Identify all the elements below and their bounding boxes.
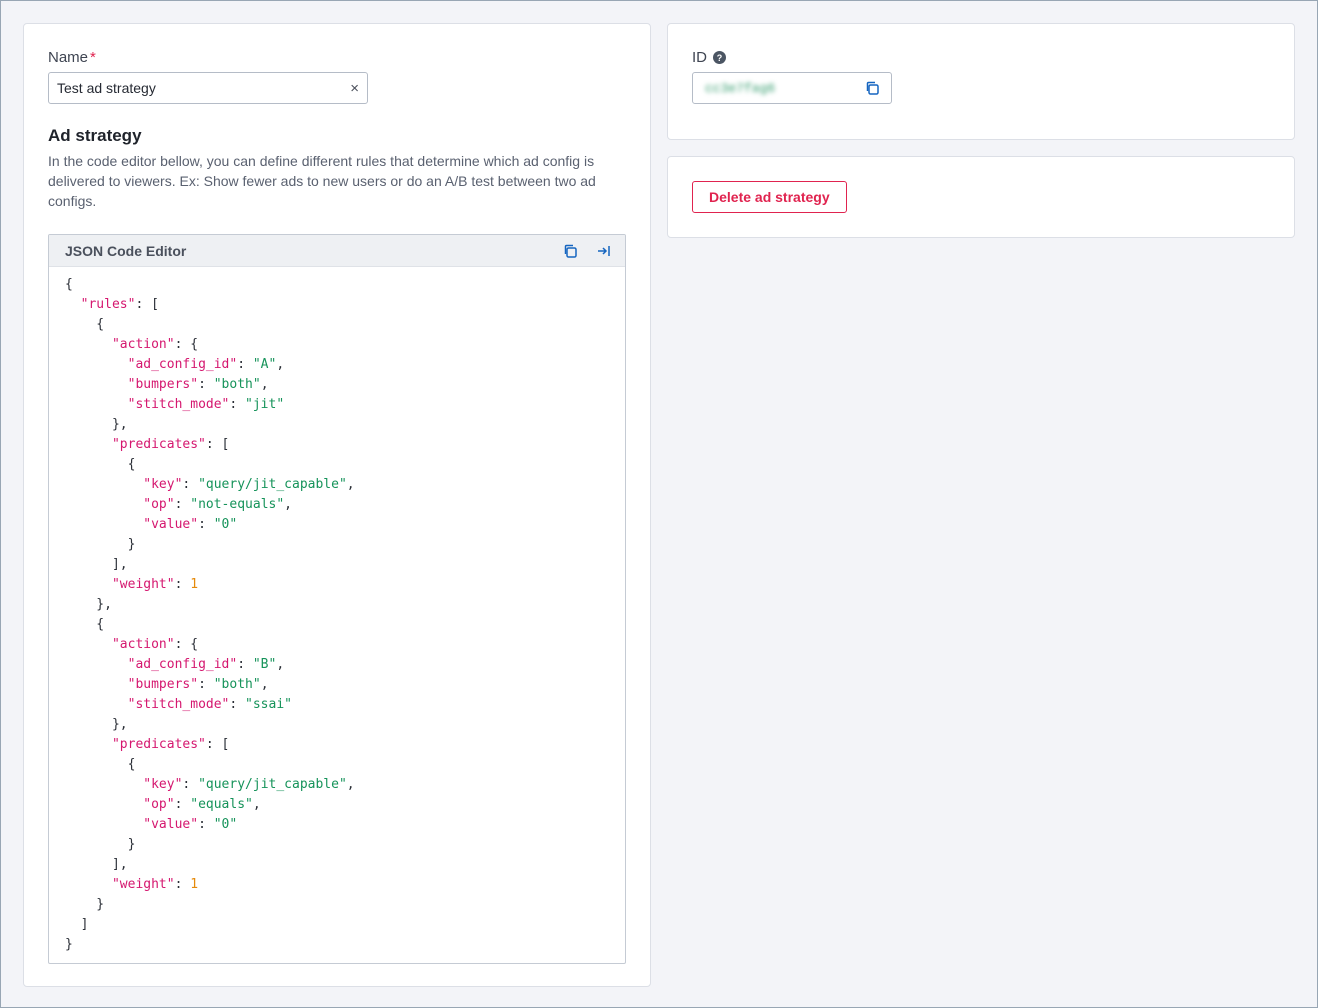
- copy-icon[interactable]: [559, 240, 581, 262]
- required-mark: *: [90, 49, 96, 66]
- ad-strategy-form-card: Name * × Ad strategy In the code editor …: [23, 23, 651, 987]
- name-label: Name *: [48, 49, 96, 66]
- id-label: ID ?: [692, 49, 726, 66]
- id-card: ID ? cc3e7fag6: [667, 23, 1295, 140]
- editor-title: JSON Code Editor: [65, 242, 187, 259]
- name-input[interactable]: [57, 80, 351, 96]
- help-icon[interactable]: ?: [713, 51, 726, 64]
- id-value: cc3e7fag6: [705, 80, 776, 96]
- id-field: cc3e7fag6: [692, 72, 892, 104]
- json-code-content[interactable]: { "rules": [ { "action": { "ad_config_id…: [49, 267, 625, 955]
- delete-card: Delete ad strategy: [667, 156, 1295, 238]
- delete-ad-strategy-button[interactable]: Delete ad strategy: [692, 181, 847, 213]
- id-label-text: ID: [692, 49, 707, 66]
- editor-header: JSON Code Editor: [49, 235, 625, 267]
- clear-icon[interactable]: ×: [350, 81, 359, 96]
- ad-strategy-title: Ad strategy: [48, 126, 142, 145]
- ad-strategy-description: In the code editor bellow, you can defin…: [48, 153, 596, 209]
- name-label-text: Name: [48, 49, 89, 66]
- expand-icon[interactable]: [593, 240, 615, 262]
- json-code-editor: JSON Code Editor { "rules": [ { "action"…: [48, 234, 626, 964]
- name-input-wrapper: ×: [48, 72, 368, 104]
- copy-id-icon[interactable]: [861, 77, 883, 99]
